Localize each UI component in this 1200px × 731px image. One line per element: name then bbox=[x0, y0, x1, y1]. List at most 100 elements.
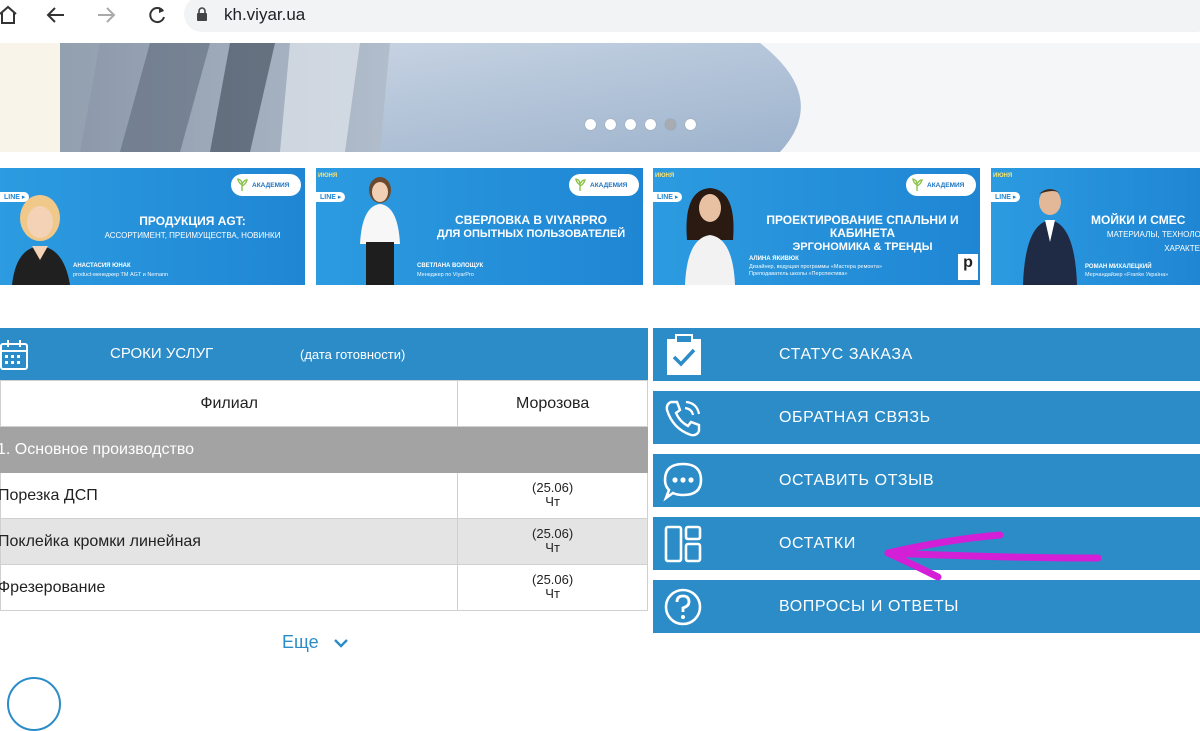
slider-dot[interactable] bbox=[585, 119, 596, 130]
feedback-button[interactable]: ОБРАТНАЯ СВЯЗЬ bbox=[653, 391, 1200, 444]
phone-call-icon bbox=[665, 400, 701, 437]
table-header-row: Филиал Морозова bbox=[0, 380, 648, 427]
banner-title: ПРОДУКЦИЯ AGT: bbox=[139, 214, 246, 228]
hero-slider[interactable] bbox=[60, 43, 1200, 152]
hero-graphic bbox=[60, 43, 1200, 152]
ready-day: Чт bbox=[545, 585, 560, 601]
ready-date: (25.06) bbox=[532, 479, 574, 495]
menu-label: СТАТУС ЗАКАЗА bbox=[779, 345, 913, 363]
column-header-location: Морозова bbox=[457, 380, 648, 427]
slider-dot[interactable] bbox=[685, 119, 696, 130]
show-more-link[interactable]: Еще bbox=[282, 632, 349, 653]
event-month: ИЮНЯ bbox=[993, 173, 1013, 179]
banner-subtitle: АССОРТИМЕНТ, ПРЕИМУЩЕСТВА, НОВИНКИ bbox=[104, 231, 281, 240]
service-name: Фрезерование bbox=[0, 564, 459, 611]
slider-dot[interactable] bbox=[645, 119, 656, 130]
event-month: ИЮНЯ bbox=[655, 173, 675, 179]
banner-title: МОЙКИ И СМЕС bbox=[1091, 213, 1186, 227]
forward-arrow-icon bbox=[98, 7, 116, 23]
browser-toolbar: kh.viyar.ua bbox=[0, 0, 1200, 33]
menu-label: ОСТАТКИ bbox=[779, 534, 856, 552]
chat-bubble-icon bbox=[663, 462, 703, 502]
slider-dot[interactable] bbox=[605, 119, 616, 130]
academy-leaf-icon bbox=[575, 178, 586, 191]
scroll-circle-button[interactable] bbox=[7, 677, 61, 731]
clipboard-check-icon bbox=[667, 334, 701, 375]
faq-button[interactable]: ВОПРОСЫ И ОТВЕТЫ bbox=[653, 580, 1200, 633]
show-more-label: Еще bbox=[282, 632, 319, 652]
academy-banner-1[interactable]: АКАДЕМИЯ LINE ▸ ПРОДУКЦИЯ AGT: АССОРТИМЕ… bbox=[0, 168, 305, 285]
academy-logo: АКАДЕМИЯ bbox=[231, 174, 301, 196]
academy-logo: АКАДЕМИЯ bbox=[906, 174, 976, 196]
speaker-name: СВЕТЛАНА ВОЛОЩУК bbox=[417, 263, 484, 269]
academy-banner-3[interactable]: ИЮНЯ АКАДЕМИЯ LINE ▸ ПРОЕКТИРОВАНИЕ СПАЛ… bbox=[653, 168, 980, 285]
menu-label: ВОПРОСЫ И ОТВЕТЫ bbox=[779, 597, 960, 615]
hero-side-panel bbox=[0, 43, 60, 152]
table-row: Поклейка кромки линейная (25.06) Чт bbox=[0, 518, 648, 565]
banner-subtitle: ЭРГОНОМИКА & ТРЕНДЫ bbox=[792, 241, 933, 253]
lock-icon bbox=[197, 7, 207, 21]
back-button[interactable] bbox=[42, 2, 70, 28]
speaker-photo bbox=[685, 188, 735, 285]
partner-logo: p bbox=[958, 254, 978, 280]
table-row: Фрезерование (25.06) Чт bbox=[0, 564, 648, 611]
event-month: ИЮНЯ bbox=[318, 173, 338, 179]
online-badge: LINE ▸ bbox=[316, 192, 346, 202]
services-header: СРОКИ УСЛУГ (дата готовности) bbox=[0, 328, 648, 380]
speaker-role: Мерчандайзер «Franke Україна» bbox=[1085, 272, 1169, 278]
question-circle-icon bbox=[664, 588, 702, 626]
chevron-down-icon bbox=[333, 638, 348, 648]
speaker-name: АНАСТАСИЯ ЮНАК bbox=[73, 263, 131, 269]
speaker-role-secondary: Преподаватель школы «Перспектива» bbox=[749, 271, 848, 277]
back-arrow-icon bbox=[46, 7, 64, 23]
section-row: 1. Основное производство bbox=[0, 426, 648, 473]
leave-review-button[interactable]: ОСТАВИТЬ ОТЗЫВ bbox=[653, 454, 1200, 507]
services-table: Филиал Морозова 1. Основное производство… bbox=[0, 380, 648, 611]
academy-leaf-icon bbox=[237, 178, 248, 191]
academy-banner-2[interactable]: ИЮНЯ АКАДЕМИЯ LINE ▸ СВЕРЛОВКА В VIYARPR… bbox=[316, 168, 643, 285]
slider-dot[interactable] bbox=[625, 119, 636, 130]
services-title: СРОКИ УСЛУГ bbox=[110, 345, 214, 362]
banner-subtitle: МАТЕРИАЛЫ, ТЕХНОЛОГ bbox=[1106, 230, 1200, 239]
academy-leaf-icon bbox=[912, 178, 923, 191]
layout-panels-icon bbox=[664, 525, 702, 563]
reload-icon bbox=[149, 7, 165, 24]
menu-label: ОБРАТНАЯ СВЯЗЬ bbox=[779, 408, 931, 426]
table-row: Порезка ДСП (25.06) Чт bbox=[0, 472, 648, 519]
academy-banner-4[interactable]: ИЮНЯ LINE ▸ МОЙКИ И СМЕС МАТЕРИАЛЫ, ТЕХН… bbox=[991, 168, 1200, 285]
home-icon bbox=[0, 5, 17, 24]
service-name: Поклейка кромки линейная bbox=[0, 518, 459, 565]
calendar-icon bbox=[0, 340, 28, 370]
banner-subtitle-2: ХАРАКТЕРИ bbox=[1164, 244, 1200, 253]
speaker-role: Менеджер по ViyarPro bbox=[417, 272, 474, 278]
ready-date: (25.06) bbox=[532, 525, 574, 541]
speaker-role: Дизайнер, ведущая программы «Мастера рем… bbox=[749, 264, 883, 270]
ready-day: Чт bbox=[545, 539, 560, 555]
banner-title: СВЕРЛОВКА В VIYARPRO bbox=[455, 213, 607, 227]
ready-date: (25.06) bbox=[532, 571, 574, 587]
speaker-photo bbox=[360, 177, 400, 285]
speaker-role: product-менеджер ТМ AGT и Nemann bbox=[73, 272, 169, 278]
services-subtitle: (дата готовности) bbox=[300, 347, 406, 362]
address-bar[interactable]: kh.viyar.ua bbox=[184, 0, 1200, 32]
reload-button[interactable] bbox=[143, 2, 171, 28]
stock-remains-button[interactable]: ОСТАТКИ bbox=[653, 517, 1200, 570]
speaker-photo bbox=[1023, 189, 1077, 285]
ready-day: Чт bbox=[545, 493, 560, 509]
forward-button[interactable] bbox=[92, 2, 120, 28]
banner-title: ПРОЕКТИРОВАНИЕ СПАЛЬНИ И КАБИНЕТА bbox=[766, 213, 959, 240]
academy-logo: АКАДЕМИЯ bbox=[569, 174, 639, 196]
speaker-name: РОМАН МИХАЛЕЦКИЙ bbox=[1085, 264, 1152, 270]
column-header-branch: Филиал bbox=[0, 380, 459, 427]
menu-label: ОСТАВИТЬ ОТЗЫВ bbox=[779, 471, 935, 489]
banner-subtitle: ДЛЯ ОПЫТНЫХ ПОЛЬЗОВАТЕЛЕЙ bbox=[436, 228, 626, 240]
section-title: 1. Основное производство bbox=[0, 426, 648, 473]
url-text: kh.viyar.ua bbox=[224, 5, 306, 24]
slider-dot[interactable] bbox=[665, 119, 676, 130]
order-status-button[interactable]: СТАТУС ЗАКАЗА bbox=[653, 328, 1200, 381]
home-button[interactable] bbox=[0, 2, 22, 28]
service-name: Порезка ДСП bbox=[0, 472, 459, 519]
slider-dots bbox=[585, 119, 696, 130]
speaker-photo bbox=[12, 195, 70, 285]
speaker-name: АЛИНА ЯКИВЮК bbox=[749, 256, 799, 262]
